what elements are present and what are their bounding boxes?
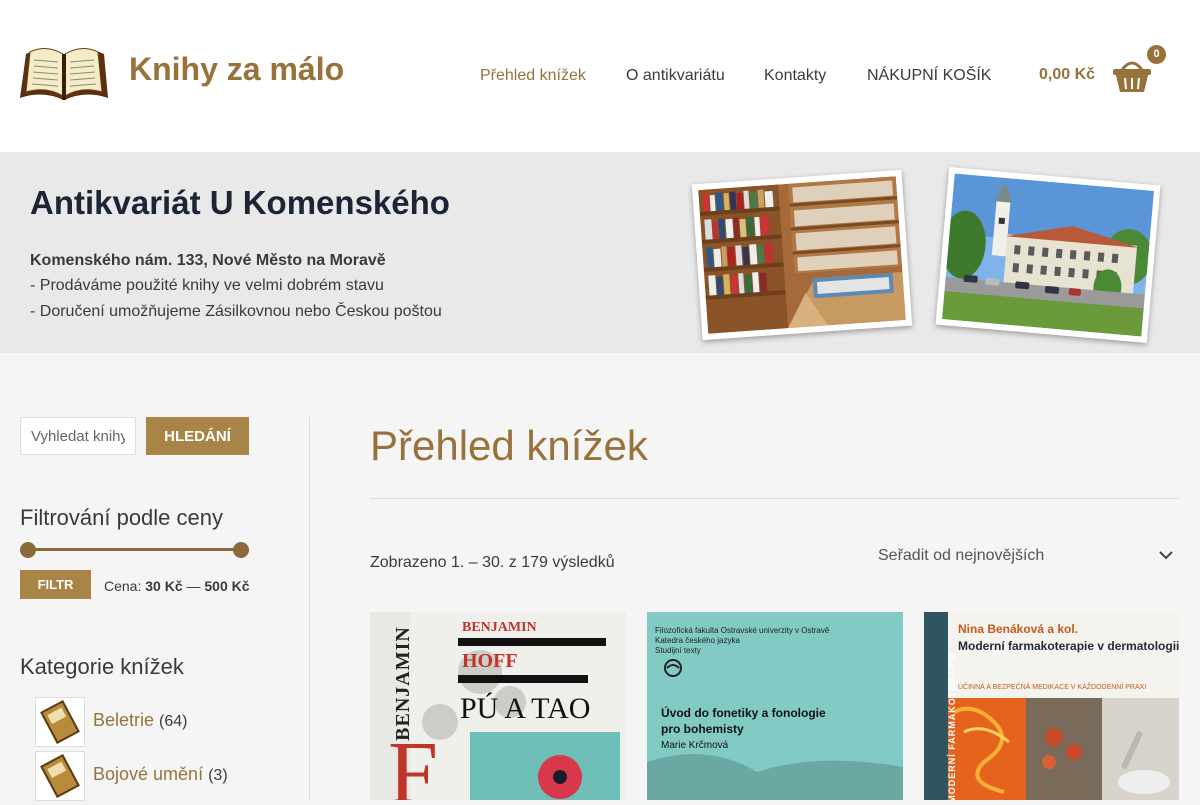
- search-button[interactable]: HLEDÁNÍ: [146, 417, 249, 455]
- price-slider-min-handle[interactable]: [20, 542, 36, 558]
- nav-nakupni-kosik[interactable]: NÁKUPNÍ KOŠÍK: [867, 67, 991, 85]
- sidebar-divider: [309, 417, 310, 800]
- site-title[interactable]: Knihy za málo: [129, 51, 344, 88]
- price-range-label: Cena: 30 Kč — 500 Kč: [104, 578, 250, 594]
- cover-author: BENJAMIN: [462, 620, 537, 635]
- cover-author: Marie Krčmová: [661, 740, 729, 751]
- price-slider-max-handle[interactable]: [233, 542, 249, 558]
- photo-bookstore-interior: [691, 169, 913, 341]
- category-thumb-bojove-umeni[interactable]: [35, 751, 85, 801]
- book-category-icon: [40, 700, 80, 744]
- price-max: 500 Kč: [204, 578, 250, 594]
- result-count: Zobrazeno 1. – 30. z 179 výsledků: [370, 554, 615, 571]
- cover-title: Moderní farmakoterapie v dermatologii: [958, 639, 1179, 653]
- nav-prehled-knizek[interactable]: Přehled knížek: [480, 67, 586, 85]
- photo-town-square: [935, 167, 1161, 343]
- nav-o-antikvariatu[interactable]: O antikvariátu: [626, 67, 725, 85]
- category-item-bojove-umeni[interactable]: Bojové umění (3): [93, 764, 228, 785]
- cover-header-1: Filozofická fakulta Ostravské univerzity…: [655, 626, 830, 635]
- town-square-image: [942, 173, 1154, 337]
- price-prefix: Cena:: [104, 578, 142, 594]
- cover-header-3: Studijní texty: [655, 646, 701, 655]
- basket-icon[interactable]: [1112, 56, 1152, 94]
- book-logo-icon[interactable]: [18, 40, 110, 106]
- nav-kontakty[interactable]: Kontakty: [764, 67, 826, 85]
- product-card-uvod-do-fonetiky[interactable]: Filozofická fakulta Ostravské univerzity…: [647, 612, 903, 800]
- hero-line-1: - Prodáváme použité knihy ve velmi dobré…: [30, 277, 384, 294]
- cover-header-2: Katedra českého jazyka: [655, 636, 740, 645]
- price-filter-title: Filtrování podle ceny: [20, 505, 223, 530]
- category-thumb-beletrie[interactable]: [35, 697, 85, 747]
- category-count: (3): [208, 767, 228, 784]
- cover-big-letter: F: [388, 724, 439, 800]
- cart-total[interactable]: 0,00 Kč: [1039, 66, 1095, 84]
- product-card-moderni-farmakoterapie[interactable]: MODERNÍ FARMAKOTERAPIE Nina Benáková a k…: [924, 612, 1179, 800]
- bookshelves-image: [698, 176, 906, 334]
- hero-title: Antikvariát U Komenského: [30, 184, 450, 221]
- category-name[interactable]: Bojové umění: [93, 764, 203, 784]
- cart-count-badge: 0: [1147, 45, 1166, 64]
- category-item-beletrie[interactable]: Beletrie (64): [93, 710, 188, 731]
- sort-select[interactable]: Seřadit od nejnovějších: [878, 547, 1044, 565]
- book-category-icon: [40, 754, 80, 798]
- cover-subtitle: ÚČINNÁ A BEZPEČNÁ MEDIKACE V KAŽDODENNÍ …: [958, 684, 1147, 691]
- price-min: 30 Kč: [145, 578, 183, 594]
- price-separator: —: [186, 578, 201, 594]
- search-input[interactable]: [20, 417, 136, 455]
- cover-vertical-text: MODERNÍ FARMAKOTERAPIE: [946, 651, 957, 800]
- categories-title: Kategorie knížek: [20, 654, 184, 679]
- cover-title: PÚ A TAO: [460, 692, 591, 725]
- hero-address: Komenského nám. 133, Nové Město na Morav…: [30, 252, 386, 269]
- price-slider-track[interactable]: [28, 548, 241, 551]
- cover-title-1: Úvod do fonetiky a fonologie: [661, 706, 826, 720]
- category-count: (64): [159, 713, 188, 730]
- category-name[interactable]: Beletrie: [93, 710, 154, 730]
- filter-button[interactable]: FILTR: [20, 570, 91, 599]
- hero-line-2: - Doručení umožňujeme Zásilkovnou nebo Č…: [30, 303, 442, 320]
- product-card-pu-a-tao[interactable]: BENJAMIN BENJAMIN HOFF PÚ A TAO F: [370, 612, 626, 800]
- chevron-down-icon[interactable]: [1158, 548, 1174, 562]
- page-title: Přehled knížek: [370, 422, 648, 469]
- cover-surname: HOFF: [462, 650, 518, 672]
- title-divider: [370, 498, 1179, 499]
- cover-author: Nina Benáková a kol.: [958, 622, 1079, 636]
- cover-title-2: pro bohemisty: [661, 722, 744, 736]
